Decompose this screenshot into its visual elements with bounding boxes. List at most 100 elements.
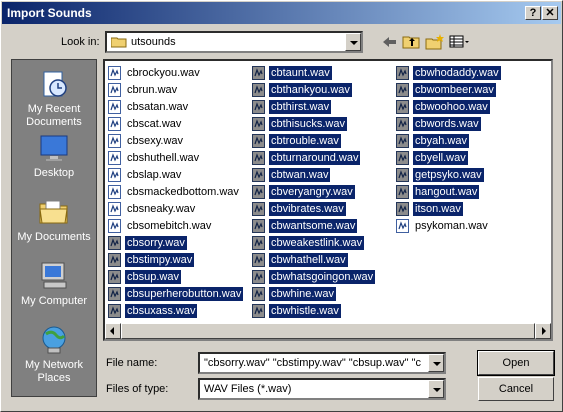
import-sounds-dialog: Import Sounds ? ✕ Look in: utsounds My R… [0,0,563,412]
wav-file-icon [396,66,409,80]
file-name: cbsorry.wav [125,236,187,250]
help-button[interactable]: ? [525,6,541,20]
place-my-computer[interactable]: My Computer [12,260,96,308]
file-name: cbwhine.wav [269,287,336,301]
wav-file-icon [396,83,409,97]
file-name: cbsmackedbottom.wav [127,186,239,198]
back-icon[interactable] [379,33,401,51]
file-name: cbsatan.wav [127,101,189,113]
new-folder-icon[interactable] [424,33,446,51]
file-name: cbweakestlink.wav [269,236,365,250]
open-button[interactable]: Open [477,350,555,376]
file-name: hangout.wav [413,185,480,199]
wav-file-icon [108,253,121,267]
wav-file-icon [252,151,265,165]
chevron-down-icon[interactable] [428,380,444,398]
wav-file-icon [252,219,265,233]
window-title: Import Sounds [7,6,92,20]
chevron-down-icon[interactable] [428,354,444,372]
file-name: cbsuperherobutton.wav [125,287,244,301]
files-of-type-dropdown[interactable]: WAV Files (*.wav) [198,378,446,400]
places-bar: My Recent Documents Desktop My Documents [11,59,97,397]
wav-file-icon [252,270,265,284]
wav-file-icon [252,236,265,250]
file-name: cbwhistle.wav [269,304,341,318]
up-folder-icon[interactable] [401,33,423,51]
wav-file-icon [252,134,265,148]
file-name: itson.wav [413,202,463,216]
wav-file-icon [252,202,265,216]
file-name: cbwhodaddy.wav [413,66,501,80]
wav-file-icon [252,66,265,80]
scroll-thumb[interactable] [121,323,535,339]
file-name: cbwoohoo.wav [413,100,490,114]
wav-file-icon [108,168,121,182]
wav-file-icon [396,202,409,216]
wav-file-icon [108,151,121,165]
file-name: cbyell.wav [413,151,468,165]
wav-file-icon [252,83,265,97]
close-button[interactable]: ✕ [542,6,558,20]
file-name: cbshuthell.wav [127,152,200,164]
wav-file-icon [108,100,121,114]
wav-file-icon [252,100,265,114]
wav-file-icon [252,185,265,199]
network-places-icon [42,326,66,354]
file-name: cbturnaround.wav [269,151,361,165]
horizontal-scrollbar[interactable] [105,323,551,339]
wav-file-icon [108,66,121,80]
file-name: cbwantsome.wav [269,219,358,233]
file-name: cbsexy.wav [127,135,184,147]
wav-file-icon [108,304,121,318]
wav-file-icon [252,168,265,182]
wav-file-icon [108,134,121,148]
file-name: cbsuxass.wav [125,304,198,318]
scroll-right-icon[interactable] [535,323,551,339]
file-name: cbvibrates.wav [269,202,346,216]
wav-file-icon [396,151,409,165]
title-bar[interactable]: Import Sounds ? ✕ [2,2,561,24]
wav-file-icon [108,219,121,233]
look-in-dropdown[interactable]: utsounds [105,31,363,53]
place-my-documents[interactable]: My Documents [12,196,96,244]
cancel-button[interactable]: Cancel [478,377,554,401]
scroll-left-icon[interactable] [105,323,121,339]
file-name: cbyah.wav [413,134,469,148]
wav-file-icon [108,287,121,301]
file-name: cbstimpy.wav [125,253,195,267]
file-name-value: "cbsorry.wav" "cbstimpy.wav" "cbsup.wav"… [204,357,422,369]
file-name: getpsyko.wav [413,168,484,182]
file-name: cbtaunt.wav [269,66,332,80]
place-my-network-places[interactable]: My Network Places [12,324,96,385]
place-label: Desktop [33,167,75,179]
file-name: cbtrouble.wav [269,134,341,148]
wav-file-icon [252,253,265,267]
file-name: cbscat.wav [127,118,182,130]
file-name: cbsomebitch.wav [127,220,212,232]
wav-file-icon [108,117,121,131]
file-name: cbwhathell.wav [269,253,348,267]
place-recent-documents[interactable]: My Recent Documents [12,68,96,129]
recent-documents-icon [43,71,67,97]
view-menu-icon[interactable] [448,33,470,51]
file-name: cbwords.wav [413,117,481,131]
file-name: cbsneaky.wav [127,203,196,215]
wav-file-icon [108,270,121,284]
my-documents-icon [39,200,68,224]
look-in-value: utsounds [131,36,176,48]
wav-file-icon [108,185,121,199]
file-name: cbthankyou.wav [269,83,352,97]
file-name: cbthisucks.wav [269,117,347,131]
file-name-field[interactable]: "cbsorry.wav" "cbstimpy.wav" "cbsup.wav"… [198,352,446,374]
file-name: cbwombeer.wav [413,83,496,97]
file-list[interactable]: cbrockyou.wav cbrun.wav cbsatan.wav cbscat.… [103,59,553,341]
place-desktop[interactable]: Desktop [12,132,96,180]
place-label: My Recent Documents [26,103,82,128]
place-label: My Network Places [24,359,84,384]
file-name: cbslap.wav [127,169,182,181]
wav-file-icon [396,168,409,182]
files-of-type-value: WAV Files (*.wav) [204,383,292,395]
file-name: cbwhatsgoingon.wav [269,270,376,284]
chevron-down-icon[interactable] [345,33,361,51]
my-computer-icon [41,262,67,289]
